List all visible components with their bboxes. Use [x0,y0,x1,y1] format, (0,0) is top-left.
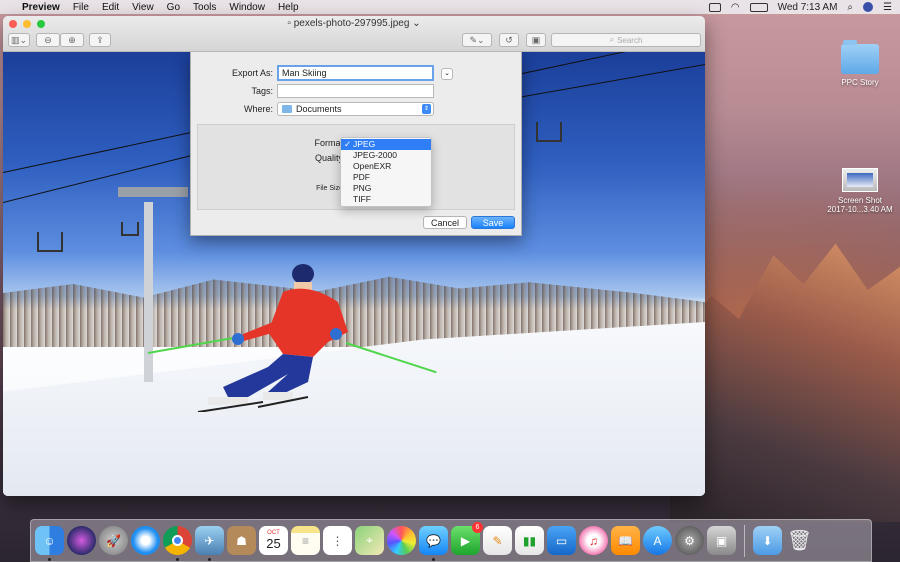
contacts-icon[interactable]: ☗ [227,526,256,555]
zoom-out-button[interactable]: ⊖ [36,33,60,47]
format-option-openexr[interactable]: OpenEXR [341,161,431,172]
window-title-text: pexels-photo-297995.jpeg [293,18,410,29]
reminders-icon[interactable]: ⋮ [323,526,352,555]
where-label: Where: [243,104,273,114]
skier-figure [197,264,348,412]
rotate-button[interactable]: ↺ [499,33,519,47]
desktop-file-label-line2: 2017-10...3.40 AM [827,205,893,214]
search-field[interactable]: ⌕ Search [551,33,701,47]
tags-label: Tags: [251,86,273,96]
menu-window[interactable]: Window [229,2,265,13]
format-option-jpeg2000[interactable]: JPEG-2000 [341,150,431,161]
menu-help[interactable]: Help [278,2,299,13]
chairlift-cable [3,130,199,173]
notification-center-icon[interactable]: ☰ [883,2,892,13]
screenshot-thumbnail-icon [842,168,878,192]
downloads-folder-icon[interactable]: ⬇ [753,526,782,555]
dock: ☺ 🚀 ✦ ✈ ☗ OCT 25 ≡ ⋮ ⌖ 💬 ▶ 6 ✎ ▮▮ ▭ ♫ 📖 A… [30,519,872,562]
chrome-icon[interactable] [163,526,192,561]
calendar-icon[interactable]: OCT 25 [259,526,288,555]
keynote-icon[interactable]: ▭ [547,526,576,555]
airplay-icon[interactable] [708,2,721,12]
format-label: Format [314,138,343,148]
window-titlebar[interactable]: ▫ pexels-photo-297995.jpeg ⌄ ▥⌄ ⊖ ⊕ ⇪ ✎⌄… [3,16,705,52]
export-as-input[interactable]: Man Skiing [277,65,434,81]
documents-folder-icon [282,105,292,113]
wifi-icon[interactable]: ◠ [731,2,740,13]
lift-tower-crossbar [118,187,188,197]
format-dropdown-menu[interactable]: ✓ JPEG JPEG-2000 OpenEXR PDF PNG TIFF [340,137,432,207]
where-popup[interactable]: Documents ⇕ [277,102,434,116]
desktop-file-label-line1: Screen Shot [837,196,883,205]
chairlift-seat [121,222,139,236]
menu-tools[interactable]: Tools [193,2,216,13]
share-button[interactable]: ⇪ [89,33,111,47]
menu-go[interactable]: Go [167,2,180,13]
save-button[interactable]: Save [471,216,515,229]
launchpad-icon[interactable]: 🚀 [99,526,128,555]
format-option-jpeg[interactable]: ✓ JPEG [341,139,431,150]
messages-icon[interactable]: 💬 [419,526,448,561]
itunes-icon[interactable]: ♫ [579,526,608,555]
facetime-icon[interactable]: ▶ 6 [451,522,483,555]
markup-pen-button[interactable]: ✎⌄ [462,33,492,47]
file-size-label: File Size [316,185,343,192]
preview-window: ▫ pexels-photo-297995.jpeg ⌄ ▥⌄ ⊖ ⊕ ⇪ ✎⌄… [3,16,705,496]
desktop-file-screenshot[interactable]: Screen Shot 2017-10...3.40 AM [815,168,900,214]
cancel-button[interactable]: Cancel [423,216,467,229]
battery-icon[interactable] [749,2,768,12]
menu-app-name[interactable]: Preview [22,2,60,13]
expand-dialog-button[interactable]: ⌄ [441,68,453,80]
sidebar-toggle-button[interactable]: ▥⌄ [8,33,30,47]
format-option-tiff[interactable]: TIFF [341,194,431,205]
menu-view[interactable]: View [132,2,154,13]
image-capture-icon[interactable]: ▣ [707,526,736,555]
where-value: Documents [296,104,342,114]
menu-bar: Preview File Edit View Go Tools Window H… [0,0,900,14]
zoom-in-button[interactable]: ⊕ [60,33,84,47]
siri-icon[interactable] [863,2,874,12]
calendar-day: 25 [266,536,281,551]
chairlift-seat [37,232,63,252]
format-option-png[interactable]: PNG [341,183,431,194]
spotlight-icon[interactable]: ⌕ [847,2,853,13]
facetime-badge: 6 [472,522,483,533]
system-preferences-icon[interactable]: ⚙ [675,526,704,555]
trash-icon[interactable]: 🗑 [785,526,814,555]
export-as-label: Export As: [231,68,273,78]
pages-icon[interactable]: ✎ [483,526,512,555]
folder-icon [841,40,879,74]
where-stepper-icon: ⇕ [422,104,431,114]
preview-app-icon[interactable]: ✈ [195,526,224,561]
search-icon: ⌕ [609,35,615,44]
lift-tower [144,202,153,382]
jpeg-file-icon: ▫ [287,18,291,29]
siri-icon[interactable] [67,526,96,555]
tags-input[interactable] [277,84,434,98]
maps-icon[interactable]: ⌖ [355,526,384,555]
checkmark-icon: ✓ [344,139,352,149]
ibooks-icon[interactable]: 📖 [611,526,640,555]
search-placeholder: Search [617,35,643,45]
window-title: ▫ pexels-photo-297995.jpeg ⌄ [3,18,705,29]
photos-icon[interactable] [387,526,416,555]
format-option-pdf[interactable]: PDF [341,172,431,183]
dock-separator [744,524,745,557]
app-store-icon[interactable]: A [643,526,672,555]
title-chevron-icon[interactable]: ⌄ [412,18,420,29]
menu-file[interactable]: File [73,2,89,13]
menubar-clock[interactable]: Wed 7:13 AM [778,2,838,13]
numbers-icon[interactable]: ▮▮ [515,526,544,555]
format-option-label: JPEG [353,139,376,149]
menu-edit[interactable]: Edit [102,2,119,13]
notes-icon[interactable]: ≡ [291,526,320,555]
finder-icon[interactable]: ☺ [35,526,64,561]
toolbox-button[interactable]: ▣ [526,33,546,47]
safari-icon[interactable]: ✦ [131,526,160,555]
desktop-folder-label: PPC Story [841,78,879,87]
chairlift-seat [536,122,562,142]
desktop-folder-ppc-story[interactable]: PPC Story [815,40,900,87]
skier-photo: Export As: Man Skiing ⌄ Tags: Where: Doc… [3,52,705,496]
quality-label: Quality [314,153,343,163]
